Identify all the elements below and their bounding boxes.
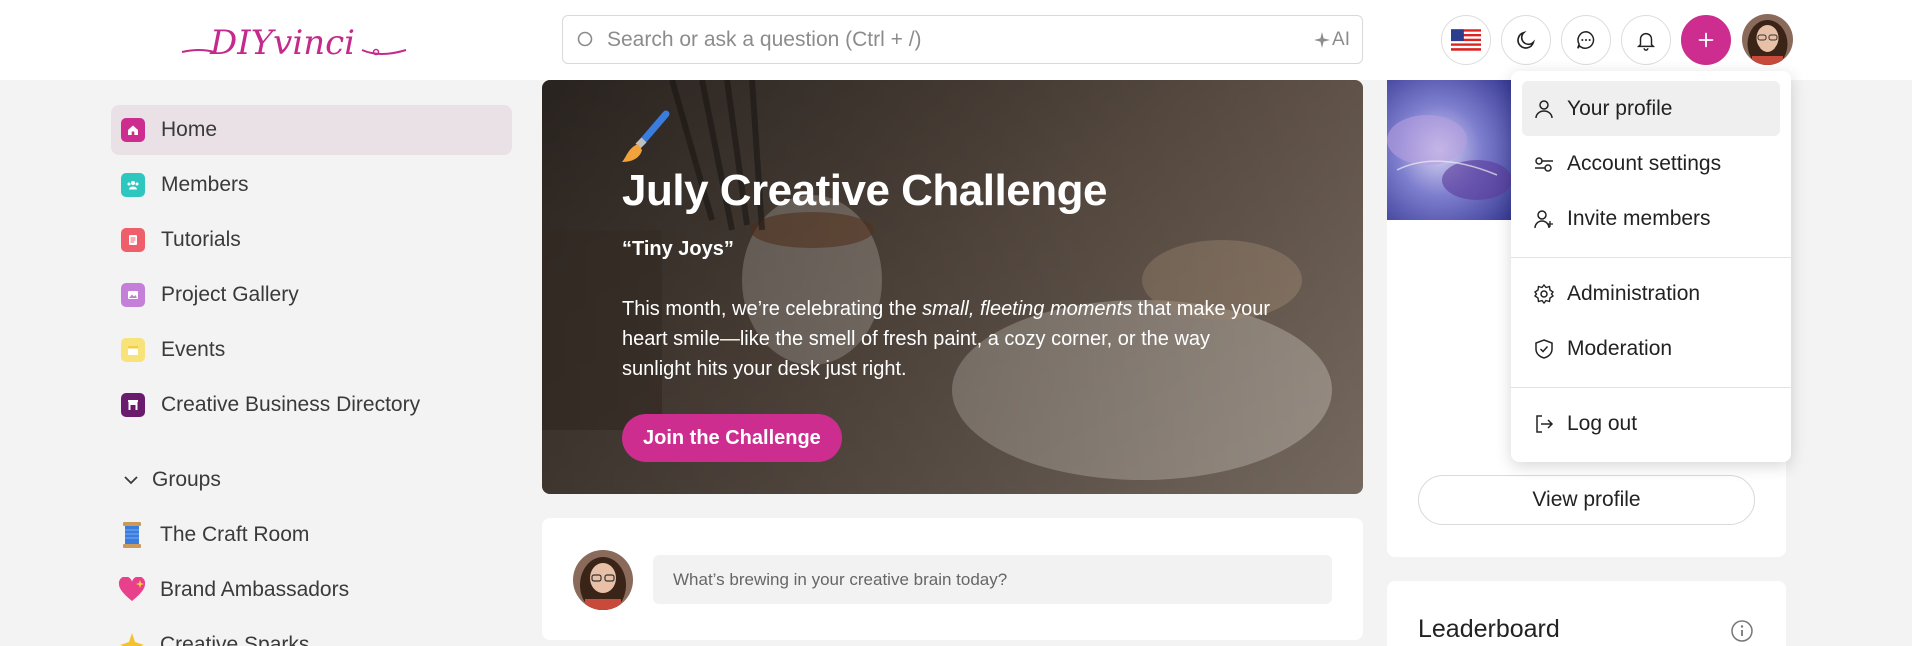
plus-icon bbox=[1698, 32, 1714, 48]
logo-text: DIYvinci bbox=[209, 23, 355, 63]
directory-icon bbox=[121, 393, 145, 417]
shield-check-icon bbox=[1532, 337, 1556, 361]
sparkle-icon bbox=[1314, 31, 1331, 48]
menu-item-label: Log out bbox=[1567, 411, 1638, 435]
sidebar-item-label: Creative Business Directory bbox=[161, 393, 421, 416]
menu-item-account-settings[interactable]: Account settings bbox=[1522, 136, 1780, 191]
menu-item-moderation[interactable]: Moderation bbox=[1522, 321, 1780, 376]
sidebar-item-label: Home bbox=[161, 118, 218, 141]
top-header: DIYvinci Search or ask a question (Ctrl … bbox=[0, 0, 1912, 80]
post-composer-input[interactable]: What’s brewing in your creative brain to… bbox=[653, 555, 1332, 604]
menu-divider bbox=[1511, 257, 1791, 258]
leaderboard-title: Leaderboard bbox=[1418, 615, 1560, 643]
create-button[interactable] bbox=[1681, 15, 1731, 65]
account-settings-icon bbox=[1532, 152, 1556, 176]
group-item-label: Creative Sparks bbox=[160, 633, 310, 646]
banner-description: This month, we’re celebrating the small,… bbox=[622, 294, 1282, 384]
logo-wordmark: DIYvinci bbox=[181, 23, 407, 63]
group-item-label: The Craft Room bbox=[160, 523, 310, 546]
sidebar-item-home[interactable]: Home bbox=[111, 105, 512, 155]
banner-description-start: This month, we’re celebrating the bbox=[622, 298, 923, 320]
search-icon bbox=[577, 31, 593, 46]
leaderboard-card: Leaderboard bbox=[1387, 581, 1786, 646]
banner-title: July Creative Challenge bbox=[622, 166, 1107, 215]
sidebar-item-label: Project Gallery bbox=[161, 283, 299, 306]
sidebar-item-label: Members bbox=[161, 173, 249, 196]
group-item-creative-sparks[interactable]: Creative Sparks bbox=[117, 625, 309, 646]
avatar bbox=[573, 550, 633, 610]
search-placeholder[interactable]: Search or ask a question (Ctrl + /) bbox=[607, 28, 1314, 52]
banner-description-emphasis: small, fleeting moments bbox=[922, 298, 1133, 320]
us-flag-icon bbox=[1451, 29, 1481, 51]
tutorials-icon bbox=[121, 228, 145, 252]
sidebar-item-members[interactable]: Members bbox=[111, 160, 512, 210]
group-item-the-craft-room[interactable]: The Craft Room bbox=[117, 515, 309, 555]
messages-button[interactable] bbox=[1561, 15, 1611, 65]
view-profile-button[interactable]: View profile bbox=[1418, 475, 1755, 525]
menu-divider bbox=[1511, 387, 1791, 388]
menu-item-administration[interactable]: Administration bbox=[1522, 266, 1780, 321]
search-bar[interactable]: Search or ask a question (Ctrl + /) AI bbox=[562, 15, 1363, 64]
challenge-banner: July Creative Challenge “Tiny Joys” This… bbox=[542, 80, 1363, 494]
paintbrush-icon bbox=[622, 110, 670, 162]
ai-label: AI bbox=[1332, 28, 1350, 50]
sidebar-item-label: Events bbox=[161, 338, 226, 361]
bell-icon bbox=[1636, 32, 1656, 51]
post-composer: What’s brewing in your creative brain to… bbox=[542, 518, 1363, 640]
spool-icon bbox=[117, 520, 147, 550]
sidebar-item-label: Tutorials bbox=[161, 228, 241, 251]
menu-item-your-profile[interactable]: Your profile bbox=[1522, 81, 1780, 136]
info-icon[interactable] bbox=[1730, 619, 1754, 643]
menu-item-label: Invite members bbox=[1567, 206, 1711, 230]
events-icon bbox=[121, 338, 145, 362]
ai-button[interactable]: AI bbox=[1314, 29, 1350, 51]
menu-item-invite-members[interactable]: Invite members bbox=[1522, 191, 1780, 246]
profile-dropdown-menu: Your profile Account settings Invite mem… bbox=[1511, 71, 1791, 462]
logout-icon bbox=[1532, 412, 1556, 436]
members-icon bbox=[121, 173, 145, 197]
join-challenge-button[interactable]: Join the Challenge bbox=[622, 414, 842, 462]
gear-icon bbox=[1532, 282, 1556, 306]
menu-item-label: Your profile bbox=[1567, 96, 1673, 120]
user-icon bbox=[1532, 97, 1556, 121]
gallery-icon bbox=[121, 283, 145, 307]
notifications-button[interactable] bbox=[1621, 15, 1671, 65]
groups-header[interactable]: Groups bbox=[122, 463, 221, 497]
moon-icon bbox=[1517, 30, 1536, 49]
invite-user-icon bbox=[1532, 207, 1556, 231]
chat-icon bbox=[1577, 31, 1595, 49]
sidebar-item-project-gallery[interactable]: Project Gallery bbox=[111, 270, 512, 320]
language-button[interactable] bbox=[1441, 15, 1491, 65]
dark-mode-button[interactable] bbox=[1501, 15, 1551, 65]
avatar bbox=[1742, 14, 1793, 65]
group-item-brand-ambassadors[interactable]: Brand Ambassadors bbox=[117, 570, 349, 610]
group-item-label: Brand Ambassadors bbox=[160, 578, 350, 601]
groups-label: Groups bbox=[152, 468, 221, 491]
profile-cover-image bbox=[1387, 80, 1517, 220]
sidebar-item-creative-business-directory[interactable]: Creative Business Directory bbox=[111, 380, 512, 430]
menu-item-label: Moderation bbox=[1567, 336, 1673, 360]
banner-subtitle: “Tiny Joys” bbox=[622, 238, 734, 260]
menu-item-label: Account settings bbox=[1567, 151, 1722, 175]
profile-avatar-button[interactable] bbox=[1742, 14, 1793, 65]
sidebar-item-tutorials[interactable]: Tutorials bbox=[111, 215, 512, 265]
diyvinci-logo[interactable]: DIYvinci bbox=[180, 14, 410, 66]
chevron-down-icon bbox=[124, 476, 138, 485]
sparkle-icon bbox=[117, 630, 147, 646]
heart-icon bbox=[117, 575, 147, 605]
menu-item-label: Administration bbox=[1567, 281, 1701, 305]
sidebar-item-events[interactable]: Events bbox=[111, 325, 512, 375]
menu-item-log-out[interactable]: Log out bbox=[1522, 396, 1780, 451]
home-icon bbox=[121, 118, 145, 142]
